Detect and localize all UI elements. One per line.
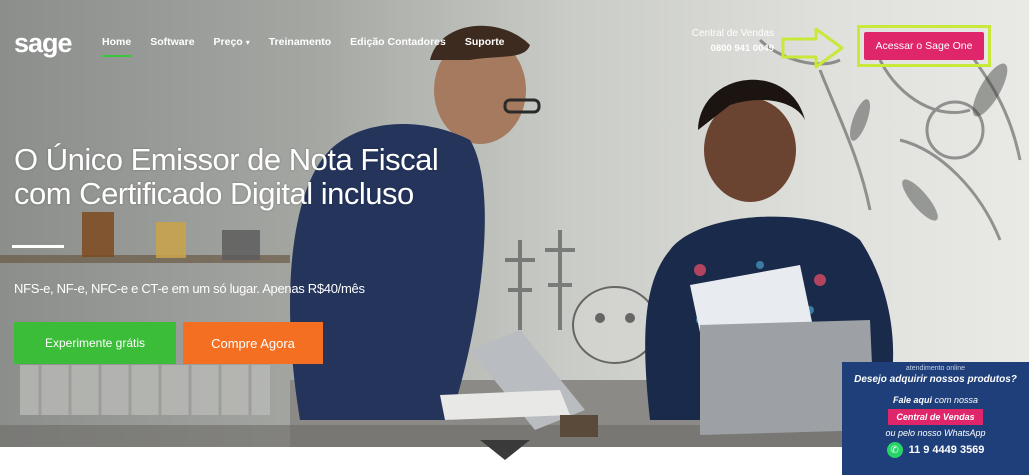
nav-item-software[interactable]: Software <box>150 36 194 48</box>
hero-headline-line2: com Certificado Digital incluso <box>14 176 414 211</box>
nav-item-preco[interactable]: Preço ▾ <box>214 36 250 48</box>
nav-item-home[interactable]: Home <box>102 36 132 57</box>
sales-contact: Central de Vendas 0800 941 0049 <box>672 28 774 54</box>
try-free-button[interactable]: Experimente grátis <box>14 322 176 364</box>
nav-item-label: Software <box>150 36 195 48</box>
chat-title: Desejo adquirir nossos produtos? <box>854 374 1017 385</box>
login-highlight: Acessar o Sage One <box>857 25 991 67</box>
nav-item-suporte[interactable]: Suporte <box>465 36 505 48</box>
right-arrow-icon <box>781 27 844 69</box>
hero-headline-line1: O Único Emissor de Nota Fiscal <box>14 142 439 177</box>
chat-whatsapp[interactable]: ✆ 11 9 4449 3569 <box>842 442 1029 458</box>
sales-title: Central de Vendas <box>691 28 774 39</box>
nav-item-label: Home <box>102 36 132 48</box>
sales-phone[interactable]: 0800 941 0049 <box>672 43 774 54</box>
nav-item-label: Edição Contadores <box>350 36 446 48</box>
nav-item-label: Treinamento <box>268 36 332 48</box>
buy-now-button[interactable]: Compre Agora <box>183 322 323 364</box>
nav-item-edicao-contadores[interactable]: Edição Contadores <box>350 36 446 48</box>
chevron-down-icon: ▾ <box>245 38 250 47</box>
whatsapp-icon: ✆ <box>886 442 903 458</box>
chat-line-rest: com nossa <box>931 395 979 405</box>
chat-whatsapp-label: ou pelo nosso WhatsApp <box>885 428 986 438</box>
login-button[interactable]: Acessar o Sage One <box>864 32 984 60</box>
nav-item-label: Suporte <box>464 36 505 48</box>
sales-chat-widget[interactable]: atendimento online Desejo adquirir nosso… <box>842 362 1029 475</box>
whatsapp-number: 11 9 4449 3569 <box>908 444 985 456</box>
nav-item-label: Preço <box>213 36 243 48</box>
chat-line-bold: Fale aqui <box>892 395 932 405</box>
hero-divider <box>12 245 64 248</box>
nav-item-treinamento[interactable]: Treinamento <box>269 36 331 48</box>
chat-line: Fale aqui com nossa <box>842 395 1029 405</box>
scroll-down-icon[interactable] <box>480 440 530 462</box>
chat-small-label: atendimento online <box>905 365 966 372</box>
sage-logo[interactable]: sage <box>14 28 73 59</box>
hero-subline: NFS-e, NF-e, NFC-e e CT-e em um só lugar… <box>14 281 365 296</box>
chat-sales-button[interactable]: Central de Vendas <box>888 409 983 425</box>
main-nav: Home Software Preço ▾ Treinamento Edição … <box>102 36 524 57</box>
hero-headline: O Único Emissor de Nota Fiscal com Certi… <box>14 143 494 211</box>
